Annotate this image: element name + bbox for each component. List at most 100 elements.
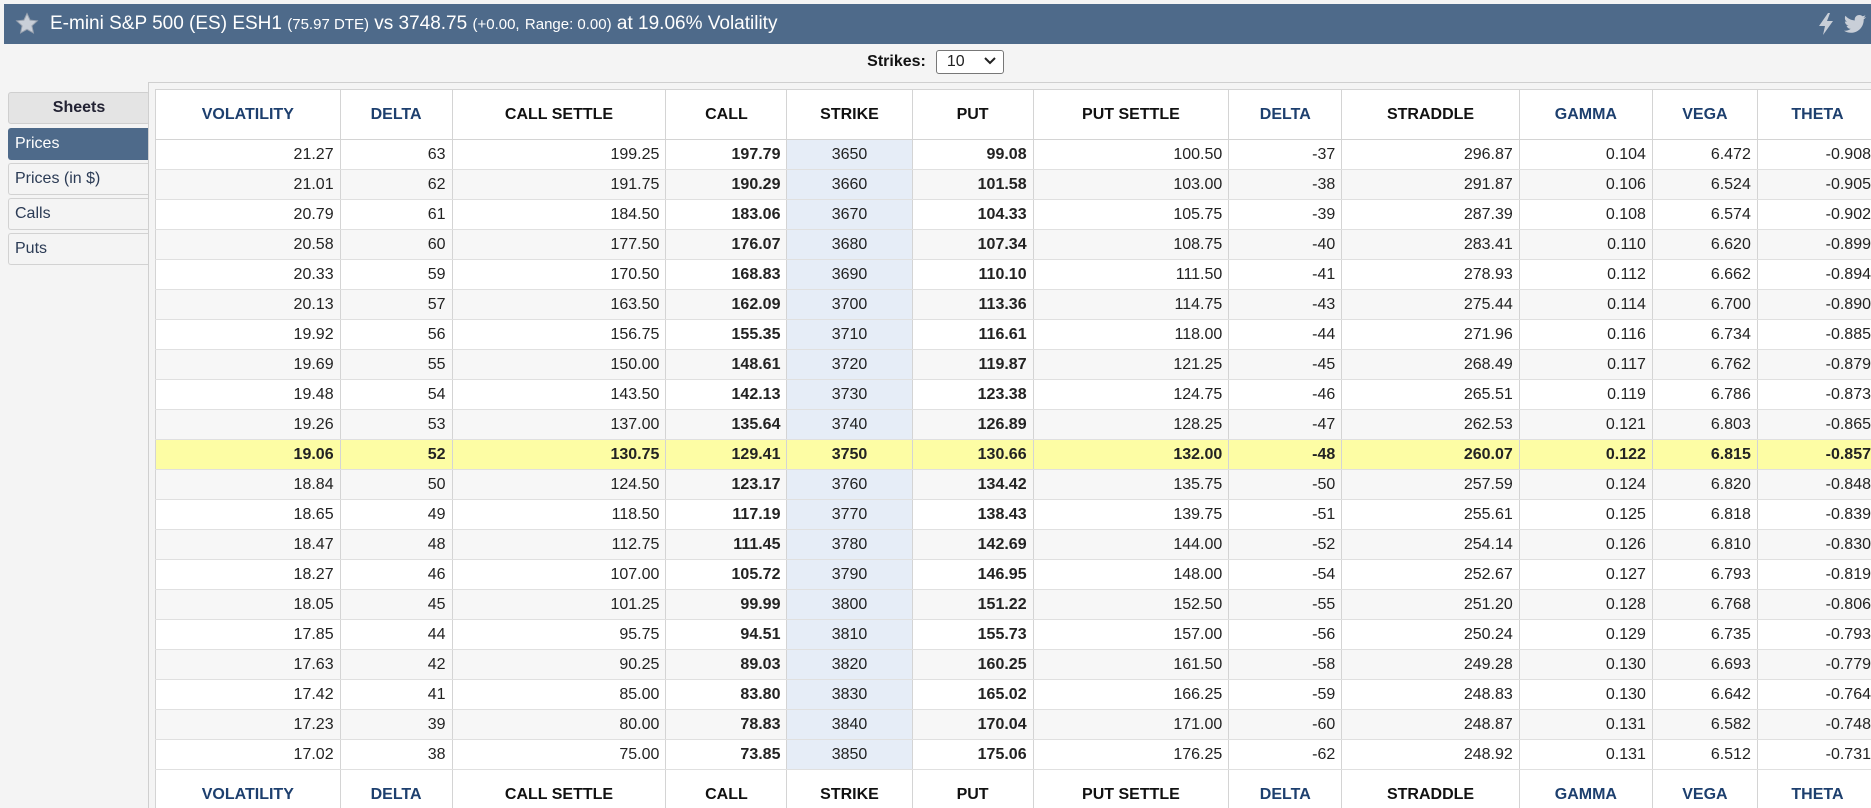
cell-strike: 3750 xyxy=(786,439,913,470)
column-footer-volatility[interactable]: VOLATILITY xyxy=(155,769,341,808)
cell-straddle: 248.92 xyxy=(1341,739,1520,770)
column-header-call-settle[interactable]: CALL SETTLE xyxy=(451,89,667,140)
cell-gamma: 0.108 xyxy=(1518,199,1653,230)
product-name: E-mini S&P 500 (ES) ESH1 xyxy=(50,13,282,34)
cell-call: 168.83 xyxy=(665,259,788,290)
cell-vega: 6.662 xyxy=(1651,259,1758,290)
table-row: 18.84 50 124.50 123.17 3760 134.42 135.75 -50 25… xyxy=(155,469,1871,500)
column-header-theta[interactable]: THETA xyxy=(1756,89,1871,140)
sidebar-item-calls[interactable]: Calls xyxy=(8,198,150,230)
cell-call-delta: 59 xyxy=(339,259,453,290)
column-header-vega[interactable]: VEGA xyxy=(1651,89,1758,140)
column-footer-straddle[interactable]: STRADDLE xyxy=(1341,769,1520,808)
column-footer-call-delta[interactable]: DELTA xyxy=(339,769,453,808)
cell-put: 107.34 xyxy=(911,229,1034,260)
column-footer-call-settle[interactable]: CALL SETTLE xyxy=(451,769,667,808)
strikes-dropdown[interactable]: 10 xyxy=(935,50,1004,74)
cell-put-delta: -43 xyxy=(1228,289,1343,320)
cell-put-delta: -59 xyxy=(1228,679,1343,710)
cell-strike: 3850 xyxy=(786,739,913,770)
cell-volatility: 20.33 xyxy=(155,259,341,290)
cell-gamma: 0.126 xyxy=(1518,529,1653,560)
cell-put-delta: -46 xyxy=(1228,379,1343,410)
column-footer-call[interactable]: CALL xyxy=(665,769,788,808)
column-header-put-settle[interactable]: PUT SETTLE xyxy=(1032,89,1230,140)
cell-straddle: 291.87 xyxy=(1341,169,1520,200)
sheets-header: Sheets xyxy=(8,92,150,124)
column-header-call-delta[interactable]: DELTA xyxy=(339,89,453,140)
cell-vega: 6.693 xyxy=(1651,649,1758,680)
cell-put-delta: -40 xyxy=(1228,229,1343,260)
table-header-row: VOLATILITY DELTA CALL SETTLE CALL STRIKE PUT P… xyxy=(155,89,1871,140)
twitter-icon[interactable] xyxy=(1843,12,1867,36)
cell-call-delta: 46 xyxy=(339,559,453,590)
cell-theta: -0.830 xyxy=(1756,529,1871,560)
cell-put-settle: 139.75 xyxy=(1032,499,1230,530)
cell-strike: 3790 xyxy=(786,559,913,590)
star-icon[interactable] xyxy=(12,9,42,39)
column-footer-gamma[interactable]: GAMMA xyxy=(1518,769,1653,808)
column-header-strike[interactable]: STRIKE xyxy=(786,89,913,140)
sidebar-item-puts[interactable]: Puts xyxy=(8,233,150,265)
table-row: 20.13 57 163.50 162.09 3700 113.36 114.75 -43 27… xyxy=(155,289,1871,320)
cell-call-settle: 156.75 xyxy=(451,319,667,350)
cell-straddle: 271.96 xyxy=(1341,319,1520,350)
cell-put: 146.95 xyxy=(911,559,1034,590)
column-header-call[interactable]: CALL xyxy=(665,89,788,140)
column-footer-put[interactable]: PUT xyxy=(911,769,1034,808)
cell-volatility: 18.05 xyxy=(155,589,341,620)
cell-theta: -0.764 xyxy=(1756,679,1871,710)
column-footer-put-delta[interactable]: DELTA xyxy=(1228,769,1343,808)
cell-gamma: 0.124 xyxy=(1518,469,1653,500)
column-header-gamma[interactable]: GAMMA xyxy=(1518,89,1653,140)
price-change: (+0.00, xyxy=(472,16,520,33)
cell-call: 105.72 xyxy=(665,559,788,590)
cell-call-delta: 61 xyxy=(339,199,453,230)
cell-straddle: 296.87 xyxy=(1341,139,1520,170)
column-header-straddle[interactable]: STRADDLE xyxy=(1341,89,1520,140)
cell-call-delta: 57 xyxy=(339,289,453,320)
column-footer-put-settle[interactable]: PUT SETTLE xyxy=(1032,769,1230,808)
lightning-icon[interactable] xyxy=(1815,12,1837,36)
cell-call: 94.51 xyxy=(665,619,788,650)
cell-theta: -0.806 xyxy=(1756,589,1871,620)
cell-theta: -0.890 xyxy=(1756,289,1871,320)
cell-vega: 6.810 xyxy=(1651,529,1758,560)
cell-call-settle: 85.00 xyxy=(451,679,667,710)
cell-straddle: 254.14 xyxy=(1341,529,1520,560)
table-row: 18.47 48 112.75 111.45 3780 142.69 144.00 -52 25… xyxy=(155,529,1871,560)
column-footer-vega[interactable]: VEGA xyxy=(1651,769,1758,808)
column-header-put-delta[interactable]: DELTA xyxy=(1228,89,1343,140)
sidebar-item-prices[interactable]: Prices xyxy=(8,128,150,160)
cell-call: 117.19 xyxy=(665,499,788,530)
column-header-volatility[interactable]: VOLATILITY xyxy=(155,89,341,140)
sidebar-item-prices-in[interactable]: Prices (in $) xyxy=(8,163,150,195)
cell-call-delta: 63 xyxy=(339,139,453,170)
table-row: 17.23 39 80.00 78.83 3840 170.04 171.00 -60 248.… xyxy=(155,709,1871,740)
cell-vega: 6.818 xyxy=(1651,499,1758,530)
cell-theta: -0.748 xyxy=(1756,709,1871,740)
cell-put-settle: 103.00 xyxy=(1032,169,1230,200)
cell-gamma: 0.121 xyxy=(1518,409,1653,440)
column-footer-strike[interactable]: STRIKE xyxy=(786,769,913,808)
cell-volatility: 17.02 xyxy=(155,739,341,770)
cell-vega: 6.620 xyxy=(1651,229,1758,260)
cell-call-settle: 118.50 xyxy=(451,499,667,530)
cell-gamma: 0.122 xyxy=(1518,439,1653,470)
column-header-put[interactable]: PUT xyxy=(911,89,1034,140)
cell-straddle: 287.39 xyxy=(1341,199,1520,230)
cell-call-delta: 41 xyxy=(339,679,453,710)
cell-theta: -0.839 xyxy=(1756,499,1871,530)
cell-call-delta: 50 xyxy=(339,469,453,500)
cell-call: 197.79 xyxy=(665,139,788,170)
column-footer-theta[interactable]: THETA xyxy=(1756,769,1871,808)
table-row: 19.92 56 156.75 155.35 3710 116.61 118.00 -44 27… xyxy=(155,319,1871,350)
cell-put-delta: -58 xyxy=(1228,649,1343,680)
cell-strike: 3670 xyxy=(786,199,913,230)
cell-volatility: 18.27 xyxy=(155,559,341,590)
cell-call-settle: 137.00 xyxy=(451,409,667,440)
cell-call-settle: 75.00 xyxy=(451,739,667,770)
cell-theta: -0.879 xyxy=(1756,349,1871,380)
cell-call-settle: 150.00 xyxy=(451,349,667,380)
cell-call-delta: 56 xyxy=(339,319,453,350)
